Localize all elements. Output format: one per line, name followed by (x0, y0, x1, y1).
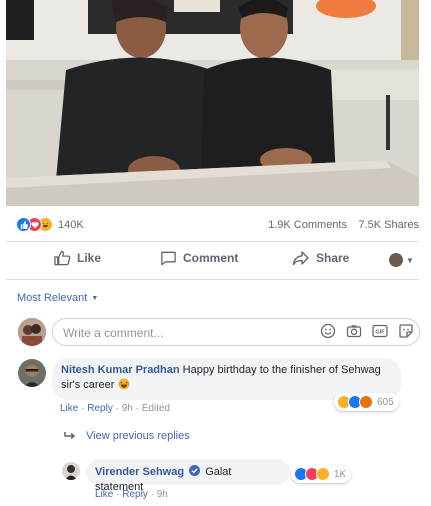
reaction-count[interactable]: 140K (58, 219, 84, 231)
divider (6, 279, 419, 280)
comment-reaction-count: 605 (377, 396, 394, 408)
comment-input[interactable]: Write a comment... (52, 318, 420, 346)
reply-reaction-count: 1K (334, 468, 347, 480)
photo-illustration (6, 0, 419, 206)
sort-dropdown[interactable]: Most Relevant ▼ (17, 292, 98, 304)
sort-label: Most Relevant (17, 292, 88, 304)
shares-count[interactable]: 7.5K Shares (358, 219, 419, 231)
share-icon (292, 251, 309, 266)
laughing-emoji-icon (118, 378, 130, 390)
share-button[interactable]: Share (292, 250, 349, 266)
comment-author[interactable]: Nitesh Kumar Pradhan (61, 364, 180, 376)
reply-reply-link[interactable]: Reply (122, 489, 148, 500)
chevron-down-icon: ▼ (406, 255, 414, 265)
camera-icon[interactable] (346, 323, 362, 339)
comment-edited[interactable]: Edited (142, 403, 170, 414)
avatar (389, 253, 403, 267)
view-previous-replies-label: View previous replies (86, 430, 190, 442)
current-user-avatar (18, 318, 46, 346)
comment-button[interactable]: Comment (160, 250, 238, 266)
thumbs-up-icon (54, 250, 71, 266)
like-button[interactable]: Like (54, 250, 101, 266)
svg-text:GIF: GIF (375, 330, 385, 336)
smiley-icon[interactable] (320, 323, 336, 339)
angry-icon (359, 395, 373, 409)
commenter-avatar[interactable] (18, 359, 46, 387)
reply-like-link[interactable]: Like (95, 489, 113, 500)
comment-meta: Like · Reply · 9h · Edited (60, 403, 171, 414)
reply-author-avatar[interactable] (62, 462, 80, 480)
comment-like-link[interactable]: Like (60, 403, 78, 414)
share-label: Share (316, 251, 350, 265)
sticker-icon[interactable] (398, 323, 414, 339)
comment-input-placeholder: Write a comment... (63, 326, 164, 340)
gif-icon[interactable]: GIF (372, 323, 388, 339)
verified-badge-icon (189, 465, 201, 476)
reply-author[interactable]: Virender Sehwag (95, 466, 184, 478)
reactions-summary: 140K 1.9K Comments 7.5K Shares (6, 211, 419, 239)
comment-time[interactable]: 9h (122, 403, 133, 414)
like-icon[interactable] (16, 217, 31, 232)
post-photo[interactable] (6, 0, 419, 206)
comments-count[interactable]: 1.9K Comments (268, 219, 347, 231)
divider (6, 241, 419, 242)
haha-icon (316, 467, 330, 481)
reply-arrow-icon (64, 432, 76, 440)
chevron-down-icon: ▼ (91, 294, 99, 302)
comment-label: Comment (183, 251, 239, 265)
reply-bubble: Virender Sehwag Galat statement (86, 459, 290, 493)
view-previous-replies[interactable]: View previous replies (64, 430, 190, 442)
comment-reactions[interactable]: 605 (334, 393, 399, 411)
comment-reply-link[interactable]: Reply (87, 403, 113, 414)
reply-meta: Like · Reply · 9h (95, 489, 168, 500)
comment-icon (161, 251, 176, 266)
reply-time[interactable]: 9h (157, 489, 168, 500)
reply-reactions[interactable]: 1K (291, 465, 352, 483)
audience-selector[interactable]: ▼ (389, 253, 414, 267)
like-label: Like (77, 251, 102, 265)
